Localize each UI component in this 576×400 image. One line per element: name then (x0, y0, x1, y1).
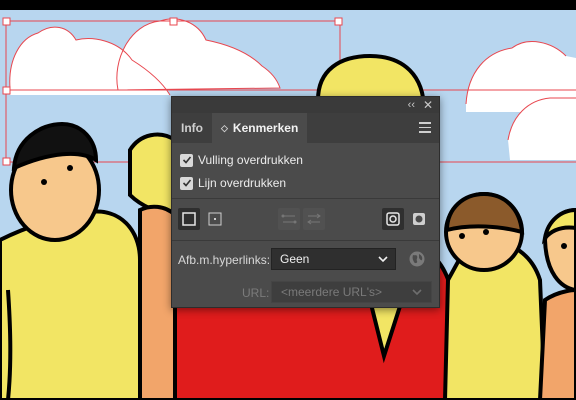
top-bar (0, 0, 576, 10)
square-center-dot-icon (208, 212, 222, 226)
double-chevron-right-icon[interactable]: ‹‹ (408, 98, 415, 112)
non-zero-winding-icon (386, 212, 400, 226)
reverse-path-direction-off-button[interactable] (278, 208, 300, 230)
close-icon[interactable]: ✕ (423, 98, 433, 112)
overprint-stroke-checkbox[interactable]: Lijn overdrukken (180, 176, 286, 190)
tab-kenmerken[interactable]: ◇ Kenmerken (212, 113, 308, 143)
overprint-fill-label: Vulling overdrukken (198, 153, 303, 167)
panel-titlebar[interactable]: ‹‹ ✕ (172, 97, 439, 113)
reverse-path-direction-on-button[interactable] (303, 208, 325, 230)
overprint-fill-checkbox[interactable]: Vulling overdrukken (180, 153, 303, 167)
hamburger-menu-icon[interactable] (419, 122, 431, 133)
checkbox-checked-icon[interactable] (180, 176, 193, 190)
image-map-select[interactable]: Geen (271, 248, 396, 270)
even-odd-icon (413, 213, 425, 225)
even-odd-fill-button[interactable] (408, 208, 430, 230)
url-label: URL: (242, 286, 270, 300)
chevron-down-icon (378, 256, 388, 263)
url-combobox[interactable]: <meerdere URL's> (271, 281, 432, 303)
show-center-on-button[interactable] (204, 208, 226, 230)
tab-kenmerken-label: Kenmerken (232, 121, 299, 135)
divider (172, 198, 439, 199)
tab-info-label: Info (181, 121, 203, 135)
path-direction-on-icon (307, 213, 321, 225)
globe-icon[interactable] (408, 250, 426, 268)
checkbox-checked-icon[interactable] (180, 153, 193, 167)
square-outline-icon (182, 212, 196, 226)
chevron-down-icon (412, 289, 422, 296)
overprint-stroke-label: Lijn overdrukken (198, 176, 287, 190)
show-center-off-button[interactable] (178, 208, 200, 230)
divider (172, 240, 439, 241)
url-placeholder: <meerdere URL's> (281, 285, 383, 299)
up-down-arrows-icon: ◇ (221, 123, 228, 133)
path-direction-off-icon (281, 214, 297, 224)
attributes-panel: ‹‹ ✕ Info ◇ Kenmerken Vulling overdrukke… (171, 96, 440, 308)
image-map-label: Afb.m.hyperlinks: (178, 253, 271, 267)
image-map-value: Geen (280, 252, 310, 266)
non-zero-winding-fill-button[interactable] (382, 208, 404, 230)
panel-tabs: Info ◇ Kenmerken (172, 113, 439, 143)
tab-info[interactable]: Info (172, 113, 212, 143)
